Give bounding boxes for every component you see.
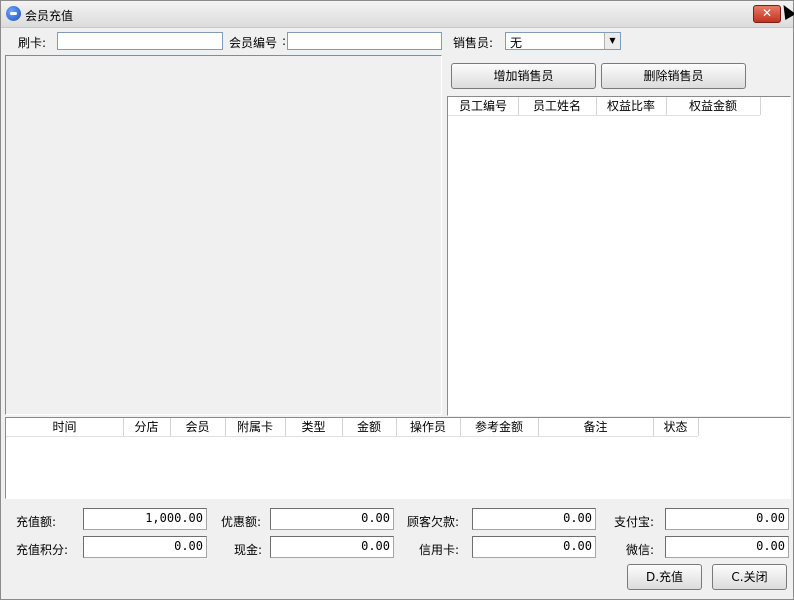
points-input[interactable]: 0.00 (83, 536, 207, 558)
debt-label: 顾客欠款: (407, 515, 460, 529)
column-header[interactable]: 时间 (6, 418, 124, 436)
records-table-header: 时间 分店 会员 附属卡 类型 金额 操作员 参考金额 备注 状态 (6, 418, 699, 437)
cash-input[interactable]: 0.00 (270, 536, 394, 558)
column-header[interactable]: 金额 (342, 418, 397, 436)
salesperson-value: 无 (510, 36, 523, 50)
salesperson-select[interactable]: 无 ▼ (505, 32, 621, 50)
column-header[interactable]: 员工编号 (448, 97, 519, 115)
delete-salesperson-button[interactable]: 删除销售员 (601, 63, 746, 89)
wechat-input[interactable]: 0.00 (665, 536, 789, 558)
recharge-amount-input[interactable]: 1,000.00 (83, 508, 207, 530)
staff-table-header: 员工编号 员工姓名 权益比率 权益金额 (448, 97, 761, 116)
card-input[interactable] (57, 32, 223, 50)
app-icon (6, 6, 21, 21)
credit-card-input[interactable]: 0.00 (472, 536, 596, 558)
credit-card-label: 信用卡: (419, 543, 460, 557)
add-salesperson-button[interactable]: 增加销售员 (451, 63, 596, 89)
staff-table: 员工编号 员工姓名 权益比率 权益金额 (447, 96, 791, 416)
recharge-amount-label: 充值额: (16, 515, 57, 529)
alipay-input[interactable]: 0.00 (665, 508, 789, 530)
column-header[interactable]: 状态 (653, 418, 699, 436)
salesperson-label: 销售员: (453, 36, 494, 50)
column-header[interactable]: 员工姓名 (518, 97, 597, 115)
discount-input[interactable]: 0.00 (270, 508, 394, 530)
column-header[interactable]: 权益比率 (596, 97, 667, 115)
points-label: 充值积分: (16, 543, 69, 557)
debt-input[interactable]: 0.00 (472, 508, 596, 530)
recharge-window: 会员充值 ✕ 刷卡: 会员编号 : 销售员: 无 ▼ 增加销售员 删除销售员 员… (0, 0, 794, 600)
close-window-button[interactable]: ✕ (753, 5, 781, 23)
cash-label: 现金: (234, 543, 263, 557)
card-label: 刷卡: (18, 36, 47, 50)
column-header[interactable]: 类型 (285, 418, 343, 436)
recharge-button[interactable]: D.充值 (627, 564, 702, 590)
member-no-label: 会员编号 (229, 36, 278, 50)
member-no-input[interactable] (287, 32, 442, 50)
title-bar: 会员充值 ✕ (1, 1, 794, 28)
column-header[interactable]: 分店 (123, 418, 171, 436)
column-header[interactable]: 操作员 (396, 418, 461, 436)
member-no-colon: : (282, 34, 287, 48)
column-header[interactable]: 备注 (538, 418, 654, 436)
window-title: 会员充值 (25, 9, 74, 23)
discount-label: 优惠额: (221, 515, 262, 529)
column-header[interactable]: 参考金额 (460, 418, 539, 436)
chevron-down-icon[interactable]: ▼ (604, 33, 620, 49)
alipay-label: 支付宝: (614, 515, 655, 529)
records-table: 时间 分店 会员 附属卡 类型 金额 操作员 参考金额 备注 状态 (5, 417, 791, 499)
column-header[interactable]: 权益金额 (666, 97, 761, 115)
wechat-label: 微信: (626, 543, 655, 557)
column-header[interactable]: 附属卡 (225, 418, 286, 436)
close-button[interactable]: C.关闭 (712, 564, 787, 590)
column-header[interactable]: 会员 (170, 418, 226, 436)
member-info-panel (5, 55, 442, 415)
